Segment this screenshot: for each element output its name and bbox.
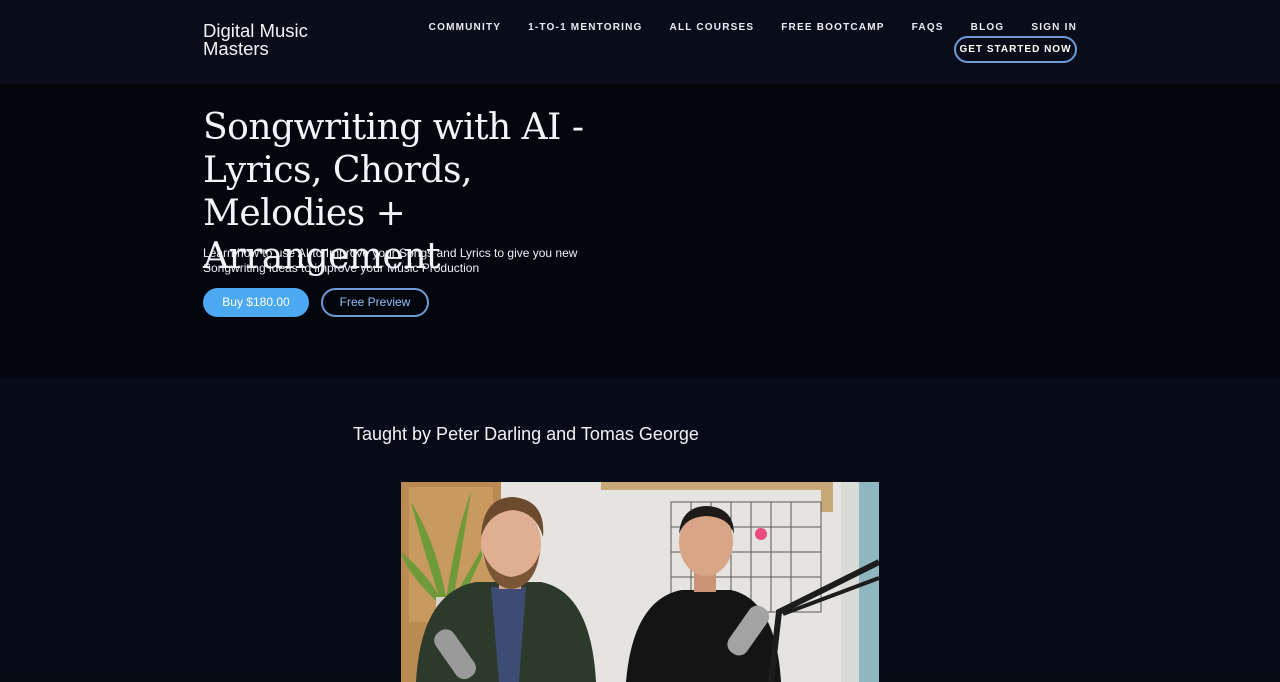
buy-button[interactable]: Buy $180.00 xyxy=(203,288,309,317)
nav-free-bootcamp[interactable]: FREE BOOTCAMP xyxy=(781,22,884,34)
nav-mentoring[interactable]: 1-TO-1 MENTORING xyxy=(528,22,642,34)
logo-line-2: Masters xyxy=(203,38,269,59)
nav-sign-in[interactable]: SIGN IN xyxy=(1031,22,1077,34)
instructors-heading: Taught by Peter Darling and Tomas George xyxy=(353,424,699,444)
instructors-photo-illustration xyxy=(401,482,879,682)
get-started-button[interactable]: GET STARTED NOW xyxy=(954,36,1077,63)
nav-community[interactable]: COMMUNITY xyxy=(429,22,501,34)
nav-all-courses[interactable]: ALL COURSES xyxy=(670,22,755,34)
nav-blog[interactable]: BLOG xyxy=(971,22,1005,34)
site-logo[interactable]: Digital Music Masters xyxy=(203,21,308,59)
free-preview-button[interactable]: Free Preview xyxy=(321,288,429,317)
site-header: Digital Music Masters COMMUNITY 1-TO-1 M… xyxy=(0,0,1280,84)
hero-section: Songwriting with AI - Lyrics, Chords, Me… xyxy=(0,84,1280,377)
nav-faqs[interactable]: FAQS xyxy=(912,22,944,34)
instructors-section: Taught by Peter Darling and Tomas George xyxy=(0,377,1280,682)
main-nav: COMMUNITY 1-TO-1 MENTORING ALL COURSES F… xyxy=(429,22,1077,34)
instructors-photo[interactable] xyxy=(401,482,879,682)
course-subtitle: Learn how to use AI to Improve your Song… xyxy=(203,246,578,275)
